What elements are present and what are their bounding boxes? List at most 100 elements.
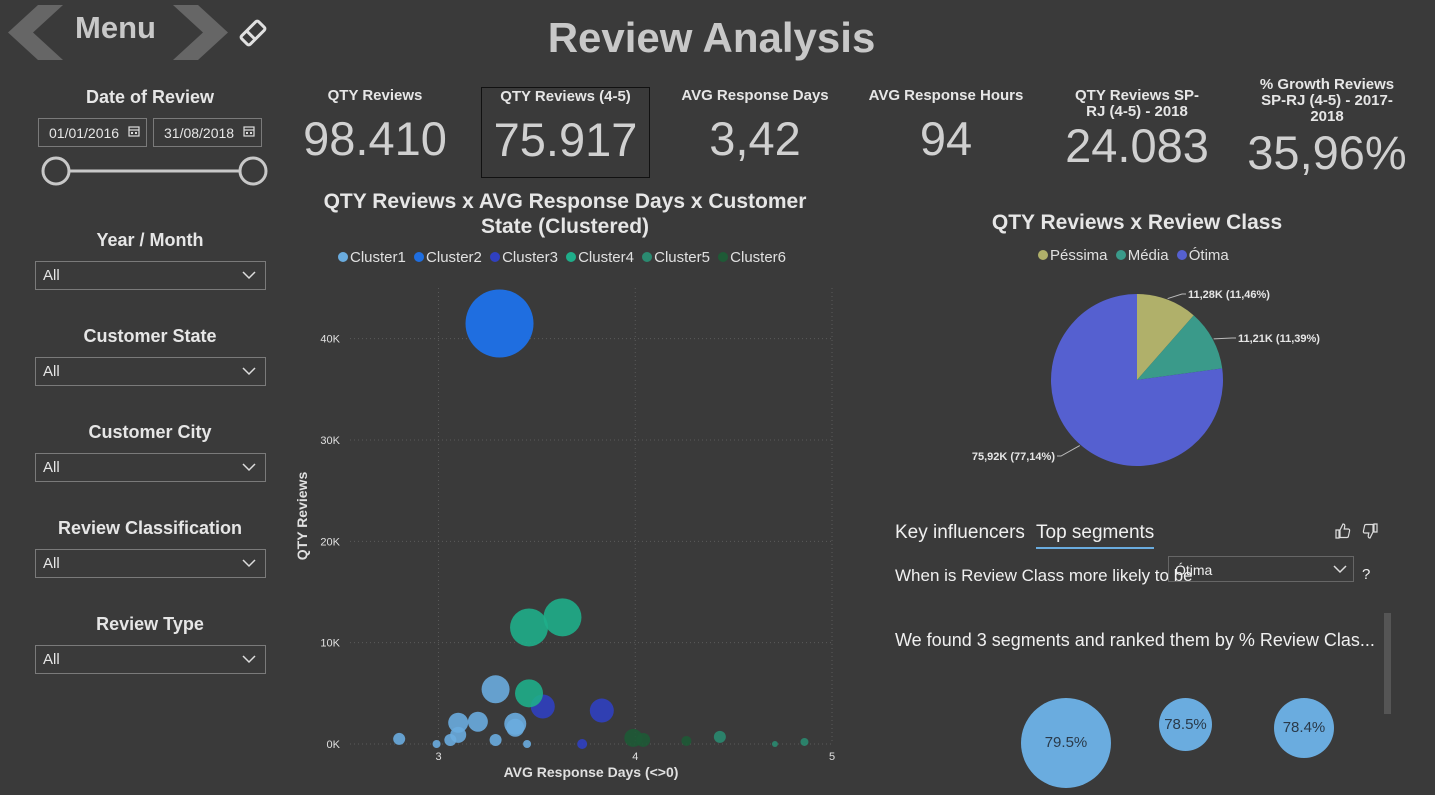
pie-chart[interactable]: 11,28K (11,46%) 11,21K (11,39%) 75,92K (77… <box>940 270 1360 480</box>
end-date-value: 31/08/2018 <box>164 125 235 141</box>
scatter-point-cluster5[interactable] <box>771 741 778 747</box>
legend-dot <box>718 252 729 262</box>
scatter-point-cluster2[interactable] <box>465 289 534 358</box>
scatter-point-cluster3[interactable] <box>589 698 614 723</box>
chevron-down-icon <box>242 463 256 472</box>
question-mark: ? <box>1362 566 1371 583</box>
kpi-value: 3,42 <box>709 112 801 165</box>
pie-chart-title: QTY Reviews x Review Class <box>991 211 1283 234</box>
scatter-point-cluster1[interactable] <box>448 712 469 733</box>
y-tick-label: 40K <box>320 334 340 346</box>
slider-end-handle[interactable] <box>238 156 268 186</box>
customer-state-value: All <box>43 363 60 380</box>
chevron-down-icon <box>242 559 256 568</box>
review-class-value: Ótima <box>1175 562 1213 578</box>
date-range-slider[interactable] <box>40 155 270 187</box>
year-month-title: Year / Month <box>96 230 204 250</box>
segment-1-value: 79.5% <box>1044 734 1088 751</box>
kpi-label: QTY Reviews SP-RJ (4-5) - 2018 <box>1075 87 1199 120</box>
legend-cluster6[interactable]: Cluster6 <box>718 249 786 266</box>
scatter-point-cluster1[interactable] <box>467 711 488 732</box>
legend-dot <box>1115 250 1126 260</box>
legend-cluster4[interactable]: Cluster4 <box>566 249 634 266</box>
legend-cluster3[interactable]: Cluster3 <box>490 249 558 266</box>
segment-3-bubble[interactable]: 78.4% <box>1274 698 1334 758</box>
scrollbar[interactable] <box>1384 613 1391 714</box>
kpi-card-qty-reviews-4-5[interactable]: QTY Reviews (4-5) 75.917 <box>481 87 650 178</box>
y-tick-label: 30K <box>320 435 340 447</box>
pie-leader-line <box>1057 445 1081 457</box>
scatter-point-cluster1[interactable] <box>432 740 441 748</box>
legend-media[interactable]: Média <box>1115 247 1169 264</box>
review-classification-title: Review Classification <box>57 518 243 538</box>
legend-label: Cluster6 <box>730 249 787 266</box>
pie-leader-line <box>1167 293 1186 300</box>
start-date-input[interactable]: 01/01/2016 <box>38 118 147 147</box>
scatter-point-cluster3[interactable] <box>577 739 588 749</box>
legend-dot <box>566 252 577 262</box>
legend-dot <box>642 252 653 262</box>
segment-2-bubble[interactable]: 78.5% <box>1159 698 1212 751</box>
tab-key-influencers[interactable]: Key influencers <box>895 522 1025 544</box>
kpi-card-growth-sp-rj: % Growth Reviews SP-RJ (4-5) - 2017-2018… <box>1242 77 1412 180</box>
review-classification-value: All <box>43 555 60 572</box>
scatter-point-cluster1[interactable] <box>481 675 510 704</box>
legend-pessima[interactable]: Péssima <box>1038 247 1108 264</box>
scatter-plot[interactable]: 0K 10K 20K 30K 40K 3 4 5 AVG Response Days (<>0)… <box>290 280 850 790</box>
kpi-label: AVG Response Hours <box>868 87 1024 104</box>
scatter-point-cluster4[interactable] <box>510 608 549 647</box>
scatter-point-cluster6[interactable] <box>636 732 651 747</box>
tab-top-segments[interactable]: Top segments <box>1036 522 1155 549</box>
calendar-icon[interactable] <box>128 125 140 137</box>
legend-cluster5[interactable]: Cluster5 <box>642 249 710 266</box>
review-classification-dropdown[interactable]: All <box>35 549 266 578</box>
segment-2-value: 78.5% <box>1164 716 1207 733</box>
legend-dot <box>338 252 348 262</box>
legend-label: Cluster2 <box>426 249 482 266</box>
pie-legend: Péssima Média Ótima <box>1038 247 1233 264</box>
end-date-input[interactable]: 31/08/2018 <box>153 118 262 147</box>
scatter-chart-title: QTY Reviews x AVG Response Days x Custom… <box>323 190 807 238</box>
legend-label: Péssima <box>1050 247 1108 264</box>
thumbs-down-icon[interactable] <box>1361 522 1379 540</box>
scatter-point-cluster1[interactable] <box>393 732 406 745</box>
segment-3-value: 78.4% <box>1282 719 1326 736</box>
page-title: Review Analysis <box>547 14 876 61</box>
chevron-down-icon <box>1333 565 1347 574</box>
scatter-point-cluster6[interactable] <box>681 735 692 746</box>
calendar-icon[interactable] <box>243 125 255 137</box>
thumbs-up-icon[interactable] <box>1334 522 1352 540</box>
legend-otima[interactable]: Ótima <box>1176 247 1229 264</box>
customer-city-value: All <box>43 459 60 476</box>
kpi-label: QTY Reviews (4-5) <box>500 88 631 105</box>
review-type-dropdown[interactable]: All <box>35 645 266 674</box>
influencer-question: When is Review Class more likely to be <box>895 566 1193 585</box>
y-axis-label: QTY Reviews <box>294 472 310 561</box>
legend-dot <box>1176 250 1187 260</box>
slider-start-handle[interactable] <box>41 156 71 186</box>
review-class-dropdown[interactable]: Ótima <box>1168 556 1354 582</box>
scatter-point-cluster1[interactable] <box>523 740 532 748</box>
customer-city-dropdown[interactable]: All <box>35 453 266 482</box>
segments-found-text: We found 3 segments and ranked them by %… <box>895 630 1375 650</box>
kpi-label: AVG Response Days <box>681 87 829 104</box>
legend-label: Cluster1 <box>350 249 406 266</box>
kpi-label: % Growth Reviews SP-RJ (4-5) - 2017-2018 <box>1259 76 1395 125</box>
scatter-point-cluster1[interactable] <box>489 733 502 746</box>
scatter-point-cluster5[interactable] <box>713 730 726 743</box>
customer-state-dropdown[interactable]: All <box>35 357 266 386</box>
kpi-value: 98.410 <box>303 112 447 165</box>
year-month-value: All <box>43 267 60 284</box>
scatter-point-cluster1[interactable] <box>506 718 525 737</box>
y-tick-label: 10K <box>320 638 340 650</box>
scatter-point-cluster4[interactable] <box>515 679 544 708</box>
y-tick-label: 20K <box>320 536 340 548</box>
scatter-point-cluster5[interactable] <box>800 737 809 746</box>
year-month-dropdown[interactable]: All <box>35 261 266 290</box>
scatter-point-cluster4[interactable] <box>543 598 582 637</box>
x-tick-label: 4 <box>632 751 638 763</box>
segment-1-bubble[interactable]: 79.5% <box>1021 698 1111 788</box>
legend-cluster2[interactable]: Cluster2 <box>414 249 482 266</box>
legend-cluster1[interactable]: Cluster1 <box>338 249 406 266</box>
start-date-value: 01/01/2016 <box>49 125 120 141</box>
